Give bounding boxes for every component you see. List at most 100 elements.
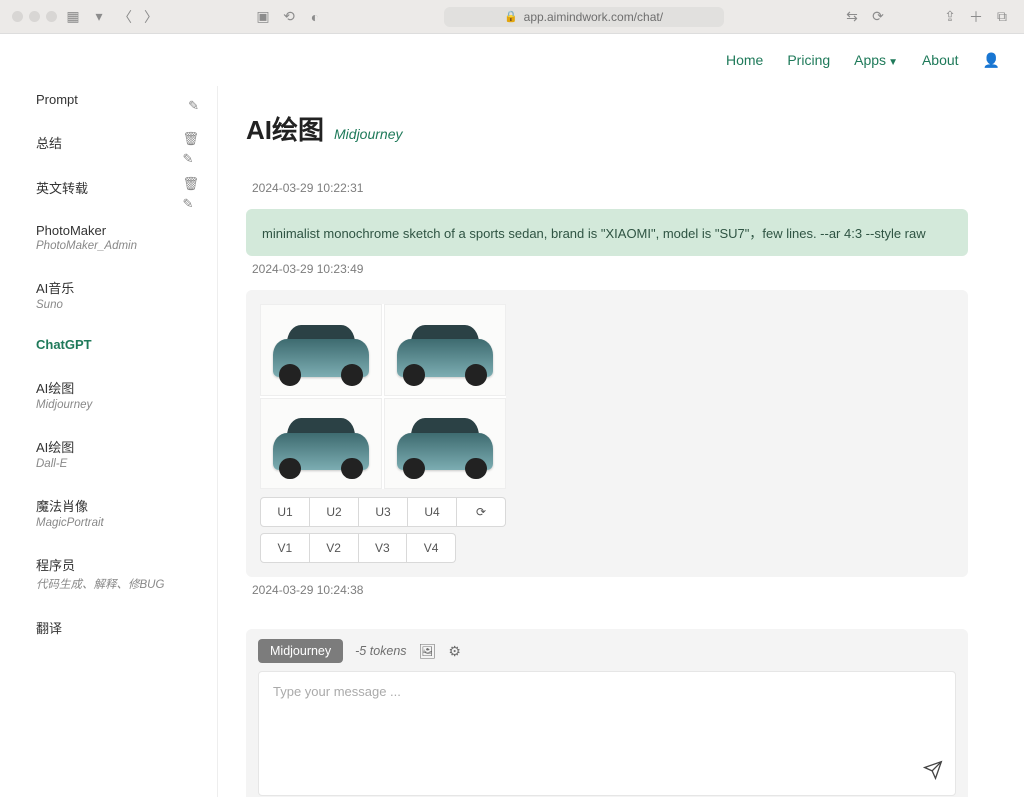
traffic-lights [12,11,57,22]
u3-button[interactable]: U3 [359,497,408,527]
v1-button[interactable]: V1 [260,533,310,563]
paper-plane-icon [923,760,943,780]
chat-title-text: AI绘图 [246,110,324,147]
mj-image-grid[interactable] [260,304,506,489]
newtab-icon[interactable]: ＋ [966,7,986,27]
sidebar-item-2[interactable]: 英文转载🗑✎ [0,164,213,209]
page: Home Pricing Apps▼ About 👤 Prompt✎总结🗑✎英文… [0,34,1024,797]
min-dot[interactable] [29,11,40,22]
addressbar-wrap: 🔒 app.aimindwork.com/chat/ [331,7,836,27]
sidebar-item-sub: Dall-E [36,458,195,470]
composer-textarea-wrap [258,671,956,796]
back-icon[interactable]: 〈 [115,7,135,27]
sidebar-item-6[interactable]: AI绘图 Midjourney [0,364,213,423]
nav-apps-label: Apps [854,52,886,68]
user-prompt-text: minimalist monochrome sketch of a sports… [262,226,926,241]
delete-icon[interactable]: 🗑 [182,176,199,192]
sidebar-item-10[interactable]: 翻译 [0,604,213,649]
refresh-icon[interactable]: ⟳ [868,8,888,25]
sidebar-item-title: PhotoMaker [36,223,195,238]
sidebar-item-actions: 🗑✎ [182,131,199,167]
u2-button[interactable]: U2 [310,497,359,527]
nav-pricing[interactable]: Pricing [787,52,830,68]
sidebar-item-title: AI绘图 [36,378,195,397]
nav-home[interactable]: Home [726,52,763,68]
chevron-down-icon: ▼ [888,57,898,68]
u1-button[interactable]: U1 [260,497,310,527]
nav-user-icon[interactable]: 👤 [983,52,1000,69]
sidebar-item-7[interactable]: AI绘图 Dall-E [0,423,213,482]
image-upload-icon[interactable]: 🖼 [419,643,437,660]
sidebar-item-sub: Midjourney [36,399,195,411]
topnav: Home Pricing Apps▼ About 👤 [0,34,1024,86]
v4-button[interactable]: V4 [407,533,456,563]
sidebar-item-5[interactable]: ChatGPT [0,323,213,364]
reload-chrome-icon[interactable]: ⟲ [279,8,299,25]
mj-image-2[interactable] [384,304,506,396]
refresh-icon: ⟳ [476,505,486,519]
sidebar-item-sub: MagicPortrait [36,517,195,529]
v3-button[interactable]: V3 [359,533,408,563]
bot-response: U1 U2 U3 U4 ⟳ V1 V2 V3 V4 [246,290,968,577]
forward-icon[interactable]: 〉 [141,7,161,27]
sidebar-item-title: Prompt [36,92,195,107]
v2-button[interactable]: V2 [310,533,359,563]
composer-head: Midjourney -5 tokens 🖼 ⚙ [258,639,956,663]
chat-main: AI绘图 Midjourney 2024-03-29 10:22:31 mini… [218,86,1024,797]
sidebar-item-title: 程序员 [36,555,195,574]
sidebar-item-1[interactable]: 总结🗑✎ [0,119,213,164]
sidebar-item-sub: 代码生成、解释、修BUG [36,576,195,592]
tabs-icon[interactable]: ⧉ [992,8,1012,25]
mj-image-3[interactable] [260,398,382,490]
sidebar-item-actions: ✎ [188,98,199,114]
browser-chrome: ▦ ▾ 〈 〉 ▣ ⟲ ◐ 🔒 app.aimindwork.com/chat/… [0,0,1024,34]
translate-icon[interactable]: ⇆ [842,8,862,25]
composer-tokens: -5 tokens [355,644,406,658]
body: Prompt✎总结🗑✎英文转载🗑✎PhotoMakerPhotoMaker_Ad… [0,86,1024,797]
sidebar-item-title: 翻译 [36,618,195,637]
max-dot[interactable] [46,11,57,22]
sidebar-item-title: 总结 [36,133,195,152]
close-dot[interactable] [12,11,23,22]
upscale-row: U1 U2 U3 U4 ⟳ [260,497,506,527]
timestamp-3: 2024-03-29 10:24:38 [252,583,962,597]
nav-about[interactable]: About [922,52,959,68]
sidebar-item-title: AI绘图 [36,437,195,456]
composer-input[interactable] [259,672,955,790]
chat-model-tag: Midjourney [334,126,402,142]
send-button[interactable] [923,760,943,785]
settings-icon[interactable]: ⚙ [448,643,461,660]
composer: Midjourney -5 tokens 🖼 ⚙ [246,629,968,797]
mj-image-4[interactable] [384,398,506,490]
sidebar-item-9[interactable]: 程序员代码生成、解释、修BUG [0,541,213,604]
sidebar-item-sub: Suno [36,299,195,311]
share-icon[interactable]: ⇪ [940,8,960,25]
edit-icon[interactable]: ✎ [188,98,199,114]
sidebar-item-0[interactable]: Prompt✎ [0,86,213,119]
sidebar-item-actions: 🗑✎ [182,176,199,212]
sidebar-item-3[interactable]: PhotoMakerPhotoMaker_Admin [0,209,213,264]
shield-icon[interactable]: ▣ [253,8,273,25]
sidebar: Prompt✎总结🗑✎英文转载🗑✎PhotoMakerPhotoMaker_Ad… [0,86,218,797]
composer-model-pill[interactable]: Midjourney [258,639,343,663]
sidebar-item-8[interactable]: 魔法肖像 MagicPortrait [0,482,213,541]
sidebar-item-title: 魔法肖像 [36,496,195,515]
chat-title: AI绘图 Midjourney [246,110,968,147]
sidebar-item-title: ChatGPT [36,337,195,352]
timestamp-2: 2024-03-29 10:23:49 [252,262,962,276]
url-text: app.aimindwork.com/chat/ [524,10,663,24]
user-prompt: minimalist monochrome sketch of a sports… [246,209,968,256]
u4-button[interactable]: U4 [408,497,457,527]
dropdown-icon[interactable]: ▾ [89,8,109,25]
mj-image-1[interactable] [260,304,382,396]
sidebar-item-4[interactable]: AI音乐Suno [0,264,213,323]
reader-icon[interactable]: ◐ [305,9,325,25]
sidebar-item-title: 英文转载 [36,178,195,197]
delete-icon[interactable]: 🗑 [182,131,199,147]
lock-icon: 🔒 [504,10,518,23]
reroll-button[interactable]: ⟳ [457,497,506,527]
sidebar-toggle-icon[interactable]: ▦ [63,8,83,25]
timestamp-1: 2024-03-29 10:22:31 [252,181,962,195]
addressbar[interactable]: 🔒 app.aimindwork.com/chat/ [444,7,724,27]
nav-apps[interactable]: Apps▼ [854,52,898,68]
